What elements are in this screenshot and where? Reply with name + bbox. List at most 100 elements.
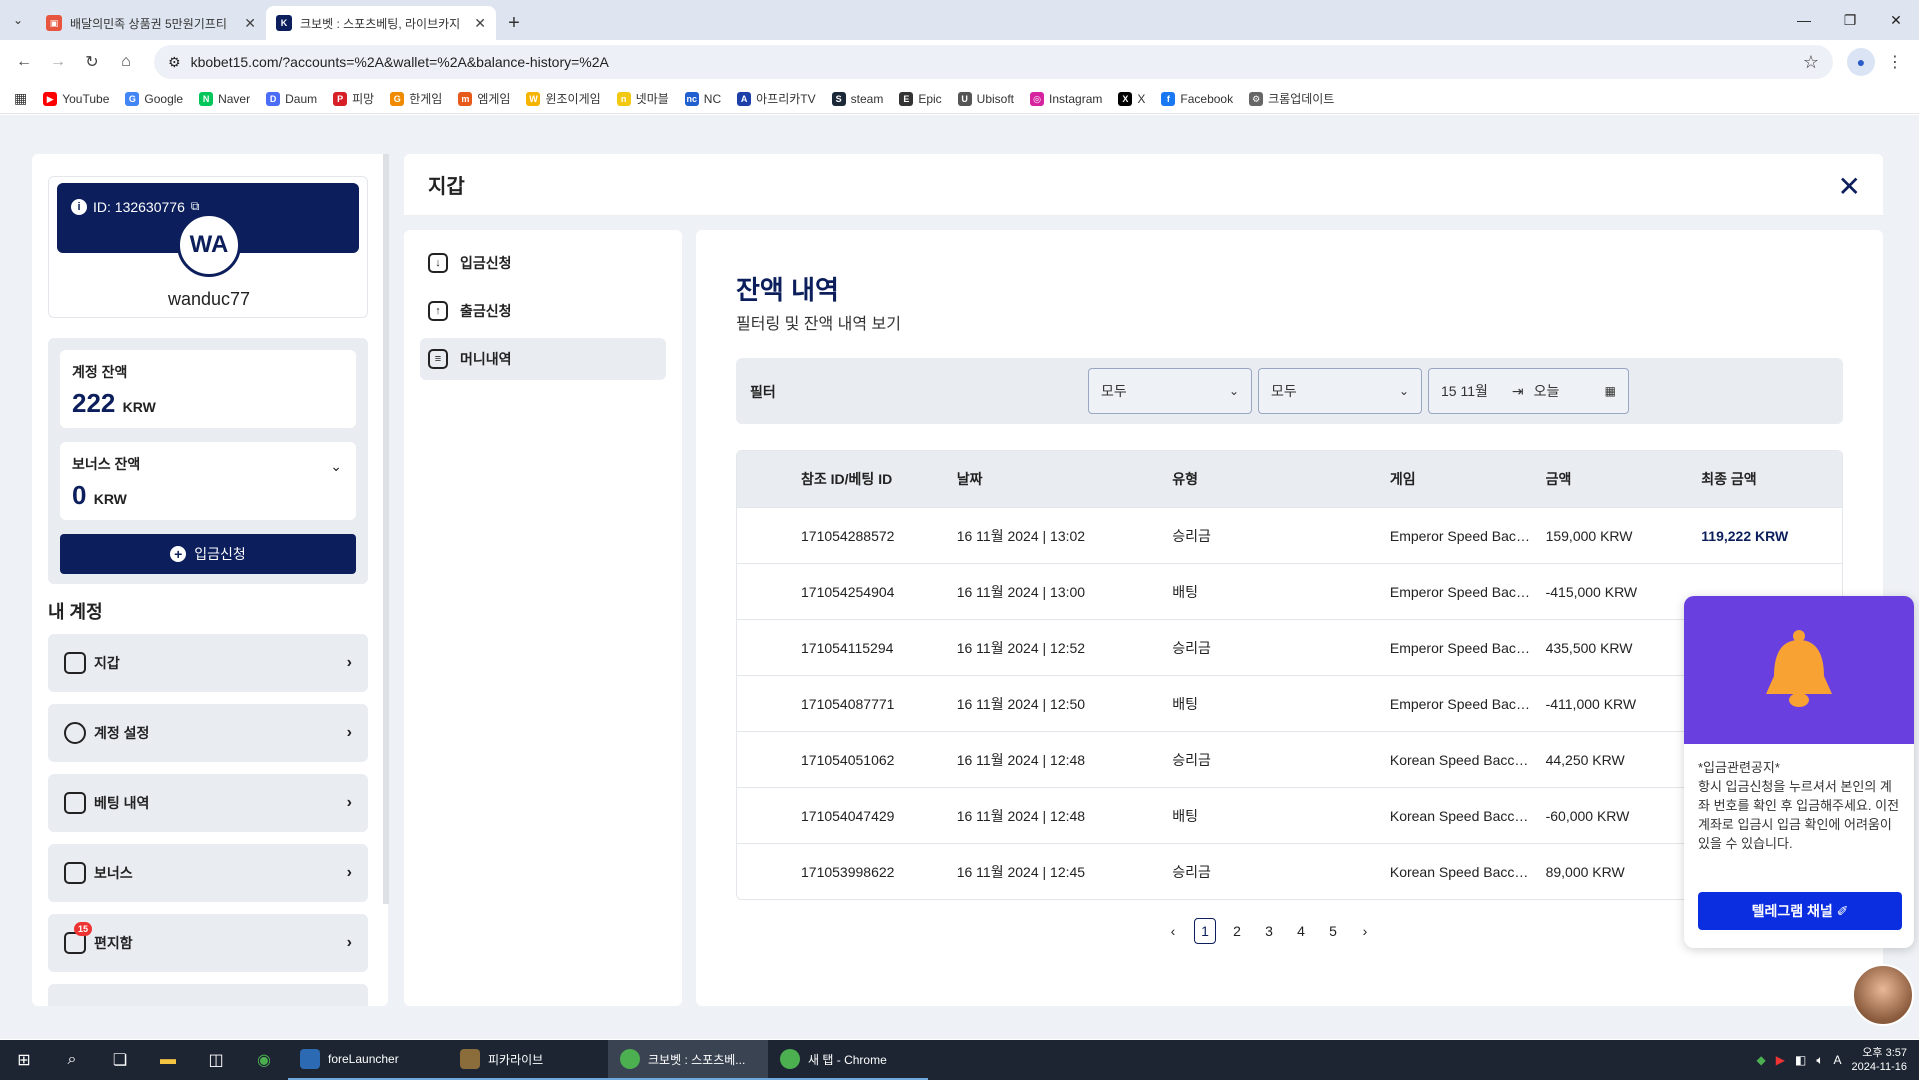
- table-row[interactable]: 171054115294 16 11월 2024 | 12:52 승리금 Empero…: [737, 619, 1842, 675]
- calendar-icon[interactable]: ▦: [1605, 384, 1616, 398]
- home-icon[interactable]: ⌂: [112, 48, 140, 76]
- menu-item-wallet[interactable]: 지갑 ›: [48, 634, 368, 692]
- prev-page-icon[interactable]: ‹: [1162, 918, 1184, 944]
- bookmarks-bar: ▦ ▶ YouTube G Google N Naver D Daum P 피망 G 한게임…: [0, 84, 1919, 114]
- chevron-down-icon[interactable]: ⌄: [330, 458, 342, 475]
- wallet-menu-withdraw[interactable]: ↑ 출금신청: [420, 290, 666, 332]
- restore-icon[interactable]: ❐: [1827, 0, 1873, 40]
- taskbar-app[interactable]: foreLauncher: [288, 1040, 448, 1080]
- bookmark-daum[interactable]: D Daum: [266, 91, 317, 106]
- bookmark-instagram[interactable]: ◎ Instagram: [1030, 91, 1102, 106]
- support-chat-avatar[interactable]: [1852, 964, 1914, 1026]
- bookmark-ubisoft[interactable]: U Ubisoft: [957, 91, 1014, 106]
- windows-taskbar: ⊞ ⌕ ❏ ▬ ◫ ◉ foreLauncher 피카라이브 크보벳 : 스포츠…: [0, 1040, 1919, 1080]
- apps-grid-icon[interactable]: ▦: [14, 90, 27, 107]
- address-bar[interactable]: ⚙ kbobet15.com/?accounts=%2A&wallet=%2A&…: [154, 45, 1833, 79]
- bookmark-facebook[interactable]: f Facebook: [1161, 91, 1233, 106]
- bonus-balance-card[interactable]: 보너스 잔액 0 KRW ⌄: [60, 442, 356, 520]
- wallet-menu-deposit[interactable]: ↓ 입금신청: [420, 242, 666, 284]
- page-button[interactable]: 3: [1258, 918, 1280, 944]
- table-row[interactable]: 171054087771 16 11월 2024 | 12:50 배팅 Emperor…: [737, 675, 1842, 731]
- new-tab-button[interactable]: +: [496, 6, 532, 40]
- browser-tab[interactable]: ▣ 배달의민족 상품권 5만원기프티 ✕: [36, 6, 266, 40]
- menu-item-more[interactable]: [48, 984, 368, 1006]
- page-button[interactable]: 2: [1226, 918, 1248, 944]
- cell-game: Emperor Speed Baccarat: [1389, 639, 1546, 656]
- bookmark-x[interactable]: XX: [1118, 91, 1145, 106]
- taskbar-app[interactable]: 새 탭 - Chrome: [768, 1040, 928, 1080]
- bookmark-pmang[interactable]: P 피망: [333, 90, 374, 107]
- tab-close-icon[interactable]: ✕: [244, 15, 256, 32]
- menu-item-inbox[interactable]: 15 편지함 ›: [48, 914, 368, 972]
- page-button[interactable]: 4: [1290, 918, 1312, 944]
- site-settings-icon[interactable]: ⚙: [168, 54, 181, 71]
- ime-icon[interactable]: A: [1834, 1053, 1842, 1067]
- bookmark-google[interactable]: G Google: [125, 91, 183, 106]
- cell-game: Emperor Speed Baccarat: [1389, 583, 1546, 600]
- sidebar-scrollbar[interactable]: [383, 154, 389, 904]
- bookmark-epic[interactable]: E Epic: [899, 91, 942, 106]
- page-button[interactable]: 1: [1194, 918, 1216, 944]
- back-icon[interactable]: ←: [10, 48, 38, 76]
- bookmark-star-icon[interactable]: ☆: [1803, 52, 1819, 73]
- task-view-icon[interactable]: ❏: [96, 1040, 144, 1080]
- minimize-icon[interactable]: —: [1781, 0, 1827, 40]
- wallet-menu-money-history[interactable]: ≡ 머니내역: [420, 338, 666, 380]
- menu-item-bonus[interactable]: 보너스 ›: [48, 844, 368, 902]
- table-row[interactable]: 171053998622 16 11월 2024 | 12:45 승리금 Korean…: [737, 843, 1842, 899]
- page-button[interactable]: 5: [1322, 918, 1344, 944]
- menu-item-account-settings[interactable]: 계정 설정 ›: [48, 704, 368, 762]
- tab-favicon-icon: K: [276, 15, 292, 31]
- close-window-icon[interactable]: ✕: [1873, 0, 1919, 40]
- tab-close-icon[interactable]: ✕: [474, 15, 486, 32]
- chrome-menu-icon[interactable]: ⋮: [1881, 48, 1909, 76]
- media-icon[interactable]: ▶: [1776, 1053, 1785, 1067]
- column-header: 참조 ID/베팅 ID: [801, 471, 893, 487]
- menu-item-label: 편지함: [94, 935, 133, 951]
- cell-game: Korean Speed Baccarat: [1389, 807, 1539, 824]
- network-icon[interactable]: ◧: [1795, 1053, 1806, 1067]
- bookmark-naver[interactable]: N Naver: [199, 91, 250, 106]
- taskbar-app-active[interactable]: 크보벳 : 스포츠베...: [608, 1040, 768, 1080]
- store-icon[interactable]: ◫: [192, 1040, 240, 1080]
- date-range-picker[interactable]: 15 11월 ⇥ 오늘 ▦: [1428, 368, 1629, 414]
- system-tray: ◆ ▶ ◧ 🔈︎ A 오후 3:57 2024-11-16: [1757, 1046, 1919, 1074]
- download-icon: ↓: [428, 253, 448, 273]
- bookmark-chrome-update[interactable]: ⚙ 크롬업데이트: [1249, 90, 1334, 107]
- close-icon[interactable]: ✕: [1838, 170, 1861, 203]
- file-explorer-icon[interactable]: ▬: [144, 1040, 192, 1080]
- bookmark-afreecatv[interactable]: A 아프리카TV: [737, 90, 816, 107]
- table-row[interactable]: 171054047429 16 11월 2024 | 12:48 배팅 Korean …: [737, 787, 1842, 843]
- bookmark-winjoy[interactable]: W 윈조이게임: [526, 90, 601, 107]
- next-page-icon[interactable]: ›: [1354, 918, 1376, 944]
- search-icon[interactable]: ⌕: [48, 1040, 96, 1080]
- profile-icon[interactable]: ●: [1847, 48, 1875, 76]
- menu-item-betting-history[interactable]: 베팅 내역 ›: [48, 774, 368, 832]
- plus-icon: +: [170, 546, 187, 562]
- telegram-channel-button[interactable]: 텔레그램 채널 ✐: [1698, 892, 1902, 930]
- browser-tab-active[interactable]: K 크보벳 : 스포츠베팅, 라이브카지 ✕: [266, 6, 496, 40]
- chrome-icon[interactable]: ◉: [240, 1040, 288, 1080]
- cell-date: 16 11월 2024 | 13:00: [956, 583, 1086, 600]
- type-filter-select[interactable]: 모두 ⌄: [1088, 368, 1252, 414]
- windows-start-icon[interactable]: ⊞: [0, 1040, 48, 1080]
- reload-icon[interactable]: ↻: [78, 48, 106, 76]
- bookmark-mgame[interactable]: m 엠게임: [458, 90, 510, 107]
- bookmark-nc[interactable]: nc NC: [684, 91, 721, 106]
- forward-icon[interactable]: →: [44, 48, 72, 76]
- game-filter-select[interactable]: 모두 ⌄: [1258, 368, 1422, 414]
- table-row[interactable]: 171054051062 16 11월 2024 | 12:48 승리금 Korean…: [737, 731, 1842, 787]
- bookmark-steam[interactable]: Ssteam: [831, 91, 883, 106]
- table-row[interactable]: 171054288572 16 11월 2024 | 13:02 승리금 Empero…: [737, 507, 1842, 563]
- deposit-button[interactable]: + 입금신청: [60, 534, 356, 574]
- bookmark-netmarble[interactable]: n 넷마블: [616, 90, 669, 107]
- bookmark-youtube[interactable]: ▶ YouTube: [43, 91, 109, 106]
- shield-icon[interactable]: ◆: [1757, 1053, 1766, 1067]
- volume-icon[interactable]: 🔈︎: [1816, 1053, 1823, 1068]
- taskbar-app[interactable]: 피카라이브: [448, 1040, 608, 1080]
- tab-search-dropdown-icon[interactable]: ⌄: [0, 0, 36, 40]
- bookmark-hangame[interactable]: G 한게임: [390, 90, 442, 107]
- table-row[interactable]: 171054254904 16 11월 2024 | 13:00 배팅 Emperor…: [737, 563, 1842, 619]
- clock[interactable]: 오후 3:57 2024-11-16: [1852, 1046, 1907, 1074]
- bonus-balance-currency: KRW: [93, 491, 127, 507]
